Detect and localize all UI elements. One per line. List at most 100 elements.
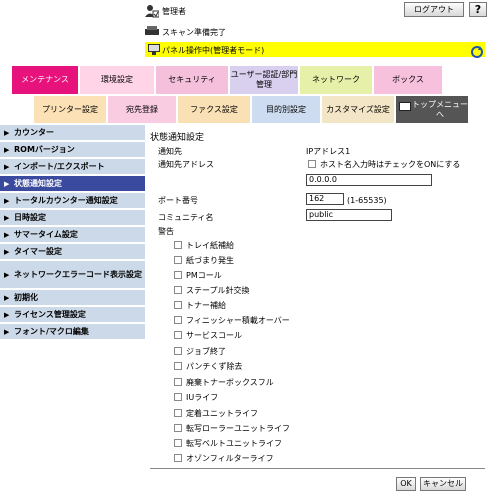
top-menu-icon [399,102,411,111]
sidebar-item-font-macro[interactable]: ▶ フォント/マクロ編集 [0,324,145,340]
alert-checkbox[interactable] [174,271,182,279]
host-name-checkbox-label: ホスト名入力時はチェックをONにする [320,160,461,169]
refresh-icon[interactable] [470,45,484,59]
sidebar-item-label: タイマー設定 [14,246,62,256]
sidebar-item-initialize[interactable]: ▶ 初期化 [0,290,145,306]
arrow-icon: ▶ [4,293,10,302]
dest-label: 通知先 [158,147,182,156]
alert-label-item: 紙づまり発生 [186,256,234,265]
port-label: ポート番号 [158,196,198,205]
arrow-icon: ▶ [4,247,10,256]
sidebar-item-label: ネットワークエラーコード表示設定 [14,269,142,279]
divider [150,468,485,469]
user-icon [145,4,160,18]
alert-checkbox[interactable] [174,409,182,417]
alert-label-item: 廃棄トナーボックスフル [186,378,274,387]
arrow-icon: ▶ [4,162,10,171]
dest-value: IPアドレス1 [306,147,351,156]
subtab-purpose[interactable]: 目的別設定 [252,96,320,123]
subtab-top-menu[interactable]: トップメニューへ [396,96,468,123]
ok-button[interactable]: OK [396,477,416,491]
sidebar-item-status-notification[interactable]: ▶ 状態通知設定 [0,176,145,192]
alert-checkbox[interactable] [174,347,182,355]
sidebar-item-license[interactable]: ▶ ライセンス管理設定 [0,307,145,323]
sidebar-item-counter[interactable]: ▶ カウンター [0,125,145,141]
port-range: (1-65535) [347,196,387,205]
help-button[interactable]: ? [469,2,487,17]
panel-icon [148,44,160,55]
arrow-icon: ▶ [4,196,10,205]
arrow-icon: ▶ [4,179,10,188]
logout-button[interactable]: ログアウト [404,2,464,17]
alert-label-item: ステープル針交換 [186,286,250,295]
alert-label-item: 転写ローラーユニットライフ [186,424,290,433]
alert-checkbox[interactable] [174,316,182,324]
sidebar-item-import-export[interactable]: ▶ インポート/エクスポート [0,159,145,175]
arrow-icon: ▶ [4,213,10,222]
alert-checkbox[interactable] [174,454,182,462]
sidebar-item-datetime[interactable]: ▶ 日時設定 [0,210,145,226]
alert-checkbox[interactable] [174,241,182,249]
tab-security[interactable]: セキュリティ [156,66,228,94]
tab-maintenance[interactable]: メンテナンス [12,66,78,94]
sidebar-item-label: ライセンス管理設定 [14,309,86,319]
tab-user-auth[interactable]: ユーザー認証/部門管理 [230,66,298,94]
subtab-printer[interactable]: プリンター設定 [34,96,106,123]
subtab-customize[interactable]: カスタマイズ設定 [322,96,394,123]
alert-label-item: サービスコール [186,331,242,340]
alert-checkbox[interactable] [174,256,182,264]
sidebar-item-summer-time[interactable]: ▶ サマータイム設定 [0,227,145,243]
host-name-checkbox[interactable] [308,160,316,168]
tab-box[interactable]: ボックス [374,66,442,94]
arrow-icon: ▶ [4,310,10,319]
subtab-fax[interactable]: ファクス設定 [178,96,250,123]
sidebar-item-timer[interactable]: ▶ タイマー設定 [0,244,145,260]
alert-checkbox[interactable] [174,393,182,401]
alert-label-item: IUライフ [186,393,219,402]
alert-label-item: オゾンフィルターライフ [186,454,274,463]
sidebar-item-label: 日時設定 [14,212,46,222]
alert-checkbox[interactable] [174,424,182,432]
address-input[interactable]: 0.0.0.0 [306,174,432,186]
alert-label-item: PMコール [186,271,222,280]
top-menu-label: トップメニューへ [412,99,468,119]
address-label: 通知先アドレス [158,160,214,169]
port-input[interactable]: 162 [306,193,344,205]
panel-status-text: パネル操作中(管理者モード) [162,46,265,55]
sidebar-item-label: フォント/マクロ編集 [14,326,89,336]
cancel-button[interactable]: キャンセル [420,477,466,491]
alert-label-item: ジョブ終了 [186,347,226,356]
alert-checkbox[interactable] [174,362,182,370]
alert-checkbox[interactable] [174,331,182,339]
arrow-icon: ▶ [4,145,10,154]
community-input[interactable]: public [306,209,392,221]
tab-environment[interactable]: 環境設定 [80,66,154,94]
alert-label: 警告 [158,227,174,236]
arrow-icon: ▶ [4,327,10,336]
alert-label-item: 転写ベルトユニットライフ [186,439,282,448]
sidebar-item-label: トータルカウンター通知設定 [14,195,118,205]
sidebar-item-label: カウンター [14,127,54,137]
alert-label-item: 定着ユニットライフ [186,409,258,418]
sidebar-item-network-error-code[interactable]: ▶ ネットワークエラーコード表示設定 [0,261,145,289]
sidebar-item-label: インポート/エクスポート [14,161,105,171]
scanner-icon [145,26,159,36]
sidebar-item-label: ROMバージョン [14,144,75,154]
sidebar-item-label: 状態通知設定 [14,178,62,188]
subtab-address[interactable]: 宛先登録 [108,96,176,123]
tab-network[interactable]: ネットワーク [300,66,372,94]
alert-label-item: トナー補給 [186,301,226,310]
alert-checkbox[interactable] [174,378,182,386]
sidebar-item-total-counter[interactable]: ▶ トータルカウンター通知設定 [0,193,145,209]
scan-status: スキャン準備完了 [162,28,226,37]
alert-label-item: フィニッシャー積載オーバー [186,316,290,325]
sidebar-item-label: サマータイム設定 [14,229,78,239]
arrow-icon: ▶ [4,230,10,239]
user-name: 管理者 [162,7,186,16]
alert-label-item: パンチくず除去 [186,362,243,371]
alert-checkbox[interactable] [174,439,182,447]
sidebar-item-rom-version[interactable]: ▶ ROMバージョン [0,142,145,158]
alert-label-item: トレイ紙補給 [186,241,234,250]
alert-checkbox[interactable] [174,286,182,294]
alert-checkbox[interactable] [174,301,182,309]
